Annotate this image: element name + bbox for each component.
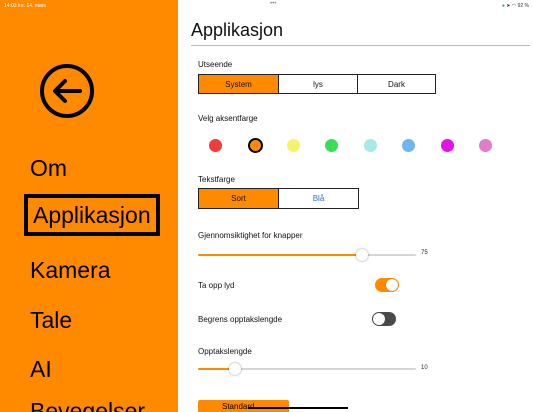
opacity-slider-fill	[198, 254, 362, 256]
record-sound-label: Ta opp lyd	[198, 281, 235, 290]
sidebar-item-tale[interactable]: Tale	[30, 307, 72, 334]
sidebar: 14:03 fre. 14. mars Om Applikasjon Kamer…	[0, 0, 178, 412]
sidebar-item-kamera[interactable]: Kamera	[30, 257, 111, 284]
opacity-slider-thumb[interactable]	[356, 249, 368, 261]
accent-color-label: Velg aksentfarge	[198, 114, 258, 123]
sidebar-item-om[interactable]: Om	[30, 155, 67, 182]
text-color-label: Tekstfarge	[198, 175, 235, 184]
bottom-rule	[248, 407, 348, 409]
app-root: 14:03 fre. 14. mars Om Applikasjon Kamer…	[0, 0, 533, 412]
opacity-slider[interactable]	[198, 249, 416, 261]
status-time: 14:03 fre. 14. mars	[4, 3, 46, 9]
record-sound-toggle-knob	[386, 279, 398, 291]
status-indicators: ● ➤ ◠ 92 %	[502, 3, 529, 9]
default-button[interactable]: Standard	[198, 400, 289, 412]
record-length-value: 10	[421, 365, 428, 371]
record-length-slider[interactable]	[198, 363, 416, 375]
record-sound-toggle[interactable]	[375, 278, 399, 292]
sidebar-item-bevegelser[interactable]: Bevegelser	[30, 398, 145, 412]
back-button[interactable]	[40, 64, 94, 118]
sidebar-item-applikasjon[interactable]: Applikasjon	[24, 194, 160, 236]
text-color-option-bla[interactable]: Blå	[278, 189, 358, 208]
opacity-label: Gjennomsiktighet for knapper	[198, 231, 303, 240]
text-color-segmented-control: Sort Blå	[198, 188, 359, 209]
accent-swatch-1[interactable]	[247, 137, 263, 153]
multitask-dots[interactable]: •••	[270, 1, 276, 7]
text-color-option-sort[interactable]: Sort	[199, 189, 278, 208]
accent-swatch-5[interactable]	[401, 138, 415, 152]
location-icon: ➤	[506, 3, 511, 9]
appearance-option-system[interactable]: System	[199, 75, 278, 93]
limit-length-label: Begrens opptakslengde	[198, 315, 283, 324]
wifi-icon: ◠	[511, 3, 517, 9]
record-length-slider-thumb[interactable]	[229, 363, 241, 375]
appearance-option-dark[interactable]: Dark	[357, 75, 435, 93]
limit-length-toggle-knob	[373, 313, 385, 325]
page-title: Applikasjon	[191, 20, 284, 40]
appearance-label: Utseende	[198, 60, 233, 69]
accent-swatch-6[interactable]	[440, 138, 454, 152]
status-dot-icon: ●	[501, 3, 505, 9]
opacity-value: 75	[421, 250, 428, 256]
record-length-label: Opptakslengde	[198, 347, 252, 356]
sidebar-item-ai[interactable]: AI	[30, 356, 52, 383]
accent-swatch-7[interactable]	[478, 138, 492, 152]
back-arrow-icon	[53, 79, 82, 103]
appearance-segmented-control: System lys Dark	[198, 74, 436, 94]
title-divider	[191, 45, 530, 46]
accent-swatch-0[interactable]	[208, 138, 222, 152]
appearance-option-lys[interactable]: lys	[278, 75, 357, 93]
accent-swatch-2[interactable]	[286, 138, 300, 152]
accent-swatch-4[interactable]	[363, 138, 377, 152]
battery-percent: 92 %	[517, 3, 529, 9]
accent-swatch-3[interactable]	[324, 138, 338, 152]
limit-length-toggle[interactable]	[372, 312, 396, 326]
